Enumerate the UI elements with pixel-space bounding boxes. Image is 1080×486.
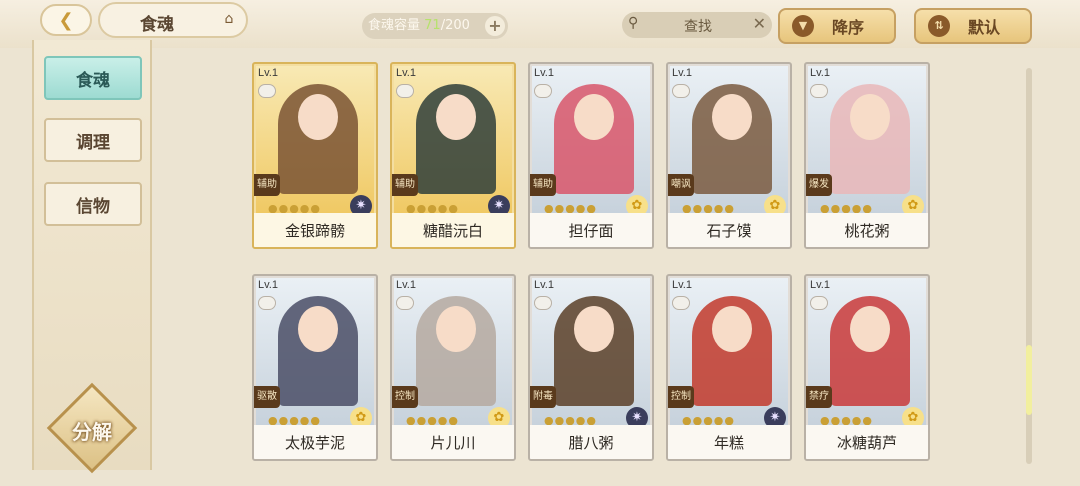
- character-face: [298, 94, 338, 140]
- lock-toggle-icon[interactable]: [396, 296, 414, 310]
- level-label: Lv.1: [396, 279, 416, 291]
- food-soul-card[interactable]: Lv.1 禁疗 ●●●●● ✿ 冰糖葫芦: [804, 274, 930, 461]
- lock-toggle-icon[interactable]: [810, 84, 828, 98]
- food-soul-card[interactable]: Lv.1 辅助 ●●●●● ✿ 担仔面: [528, 62, 654, 249]
- role-badge: 辅助: [530, 174, 556, 196]
- sort-mode-button[interactable]: ⇅ 默认: [914, 8, 1032, 44]
- food-soul-grid: Lv.1 辅助 ●●●●● ✷ 金银蹄髈 Lv.1 辅助 ●●●●● ✷ 糖醋沅白 Lv.1 辅助 ●●…: [252, 62, 942, 462]
- food-soul-card[interactable]: Lv.1 爆发 ●●●●● ✿ 桃花粥: [804, 62, 930, 249]
- food-soul-card[interactable]: Lv.1 控制 ●●●●● ✷ 年糕: [666, 274, 792, 461]
- role-badge: 嘲讽: [668, 174, 694, 196]
- capacity-max: /200: [440, 18, 470, 33]
- role-badge: 控制: [668, 386, 694, 408]
- lock-toggle-icon[interactable]: [258, 84, 276, 98]
- character-face: [436, 94, 476, 140]
- search-placeholder: 查找: [684, 19, 712, 35]
- add-capacity-button[interactable]: +: [485, 16, 505, 36]
- sort-order-button[interactable]: ▼ 降序: [778, 8, 896, 44]
- sidebar-tab-shihun[interactable]: 食魂: [44, 56, 142, 100]
- level-label: Lv.1: [396, 67, 416, 79]
- triangle-down-icon: ▼: [792, 15, 814, 37]
- lock-toggle-icon[interactable]: [672, 84, 690, 98]
- scrollbar-thumb[interactable]: [1026, 345, 1032, 415]
- food-soul-card[interactable]: Lv.1 驱散 ●●●●● ✿ 太极芋泥: [252, 274, 378, 461]
- swap-icon: ⇅: [928, 15, 950, 37]
- page-title-tab: 食魂 ⌂: [98, 2, 248, 38]
- role-badge: 辅助: [254, 174, 280, 196]
- character-face: [436, 306, 476, 352]
- capacity-current: 71: [424, 18, 441, 33]
- sidebar-tab-tiaoli[interactable]: 调理: [44, 118, 142, 162]
- character-face: [298, 306, 338, 352]
- character-face: [574, 94, 614, 140]
- card-name: 太极芋泥: [254, 425, 376, 459]
- card-name: 片儿川: [392, 425, 514, 459]
- level-label: Lv.1: [810, 67, 830, 79]
- food-soul-card[interactable]: Lv.1 辅助 ●●●●● ✷ 糖醋沅白: [390, 62, 516, 249]
- card-name: 金银蹄髈: [254, 213, 376, 247]
- level-label: Lv.1: [258, 279, 278, 291]
- role-badge: 禁疗: [806, 386, 832, 408]
- card-name: 冰糖葫芦: [806, 425, 928, 459]
- lock-toggle-icon[interactable]: [810, 296, 828, 310]
- clear-search-icon[interactable]: ✕: [753, 14, 766, 33]
- level-label: Lv.1: [672, 279, 692, 291]
- role-badge: 辅助: [392, 174, 418, 196]
- scrollbar[interactable]: [1026, 68, 1032, 464]
- role-badge: 驱散: [254, 386, 280, 408]
- search-input[interactable]: ⚲ 查找 ✕: [622, 12, 772, 38]
- chevron-left-icon: ❮: [58, 9, 74, 31]
- card-name: 担仔面: [530, 213, 652, 247]
- level-label: Lv.1: [672, 67, 692, 79]
- decompose-label: 分解: [72, 419, 112, 444]
- search-icon: ⚲: [628, 15, 639, 31]
- sort-mode-label: 默认: [968, 18, 1001, 37]
- page-title: 食魂: [140, 15, 174, 35]
- lock-toggle-icon[interactable]: [534, 84, 552, 98]
- role-badge: 控制: [392, 386, 418, 408]
- character-face: [574, 306, 614, 352]
- sidebar: 食魂 调理 信物 分解: [32, 40, 152, 474]
- capacity-label: 食魂容量: [368, 18, 421, 33]
- level-label: Lv.1: [810, 279, 830, 291]
- house-icon[interactable]: ⌂: [218, 11, 240, 29]
- level-label: Lv.1: [258, 67, 278, 79]
- top-bar: ❮ 食魂 ⌂ 食魂容量 71/200 + ⚲ 查找 ✕ ▼ 降序 ⇅ 默认: [0, 0, 1080, 48]
- lock-toggle-icon[interactable]: [534, 296, 552, 310]
- card-name: 腊八粥: [530, 425, 652, 459]
- level-label: Lv.1: [534, 67, 554, 79]
- food-soul-card[interactable]: Lv.1 控制 ●●●●● ✿ 片儿川: [390, 274, 516, 461]
- character-face: [850, 94, 890, 140]
- back-button[interactable]: ❮: [40, 4, 92, 36]
- food-soul-card[interactable]: Lv.1 附毒 ●●●●● ✷ 腊八粥: [528, 274, 654, 461]
- character-face: [712, 306, 752, 352]
- food-soul-card[interactable]: Lv.1 嘲讽 ●●●●● ✿ 石子馍: [666, 62, 792, 249]
- food-soul-card[interactable]: Lv.1 辅助 ●●●●● ✷ 金银蹄髈: [252, 62, 378, 249]
- card-name: 年糕: [668, 425, 790, 459]
- card-name: 糖醋沅白: [392, 213, 514, 247]
- card-name: 石子馍: [668, 213, 790, 247]
- card-name: 桃花粥: [806, 213, 928, 247]
- lock-toggle-icon[interactable]: [258, 296, 276, 310]
- character-face: [850, 306, 890, 352]
- sidebar-tab-xinwu[interactable]: 信物: [44, 182, 142, 226]
- lock-toggle-icon[interactable]: [672, 296, 690, 310]
- character-face: [712, 94, 752, 140]
- role-badge: 附毒: [530, 386, 556, 408]
- role-badge: 爆发: [806, 174, 832, 196]
- sort-label: 降序: [832, 18, 865, 37]
- level-label: Lv.1: [534, 279, 554, 291]
- decompose-button[interactable]: 分解: [46, 382, 138, 474]
- capacity-display: 食魂容量 71/200 +: [362, 13, 508, 39]
- lock-toggle-icon[interactable]: [396, 84, 414, 98]
